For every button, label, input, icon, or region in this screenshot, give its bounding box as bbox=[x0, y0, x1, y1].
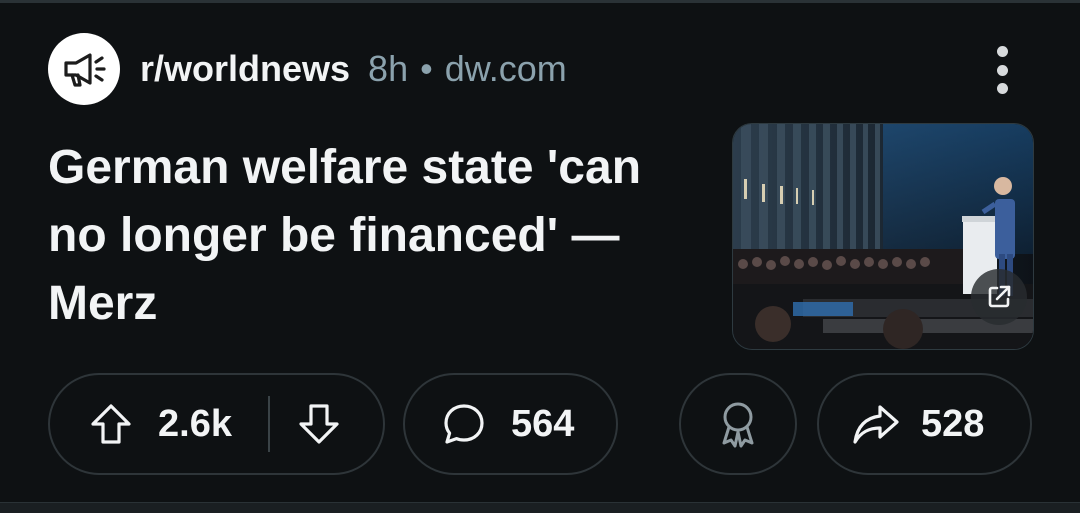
award-icon bbox=[722, 402, 754, 448]
share-button[interactable]: 528 bbox=[817, 373, 1032, 475]
post-thumbnail[interactable] bbox=[732, 123, 1034, 350]
post-header: r/worldnews 8h • dw.com bbox=[48, 33, 1048, 105]
subreddit-name[interactable]: r/worldnews bbox=[140, 48, 350, 90]
top-divider bbox=[0, 0, 1080, 3]
award-button[interactable] bbox=[679, 373, 797, 475]
more-options-button[interactable] bbox=[980, 40, 1024, 100]
upvote-arrow-icon bbox=[91, 404, 131, 444]
vote-bar: 2.6k bbox=[48, 373, 385, 475]
bottom-divider bbox=[0, 502, 1080, 513]
share-icon-wrap bbox=[851, 401, 901, 447]
vote-divider bbox=[267, 396, 270, 452]
external-link-icon bbox=[988, 285, 1011, 308]
more-dot-icon bbox=[996, 83, 1008, 94]
more-dot-icon bbox=[996, 46, 1008, 57]
comment-icon-wrap bbox=[441, 401, 487, 447]
downvote-button[interactable] bbox=[296, 401, 342, 447]
upvote-button[interactable] bbox=[88, 401, 134, 447]
downvote-arrow-icon bbox=[299, 404, 339, 444]
post-domain[interactable]: dw.com bbox=[445, 48, 567, 90]
subreddit-avatar[interactable] bbox=[48, 33, 120, 105]
megaphone-icon bbox=[64, 53, 106, 87]
comment-bubble-icon bbox=[444, 404, 484, 444]
comment-count: 564 bbox=[511, 402, 575, 445]
open-link-button[interactable] bbox=[971, 269, 1027, 325]
upvote-count: 2.6k bbox=[158, 402, 232, 445]
share-arrow-icon bbox=[853, 405, 899, 444]
more-dot-icon bbox=[996, 64, 1008, 76]
comments-button[interactable]: 564 bbox=[403, 373, 618, 475]
share-count: 528 bbox=[921, 402, 985, 445]
post-title[interactable]: German welfare state 'can no longer be f… bbox=[48, 134, 698, 338]
post-time: 8h bbox=[368, 48, 409, 89]
post-meta: r/worldnews 8h • dw.com bbox=[140, 48, 567, 90]
meta-separator: • bbox=[420, 48, 433, 89]
